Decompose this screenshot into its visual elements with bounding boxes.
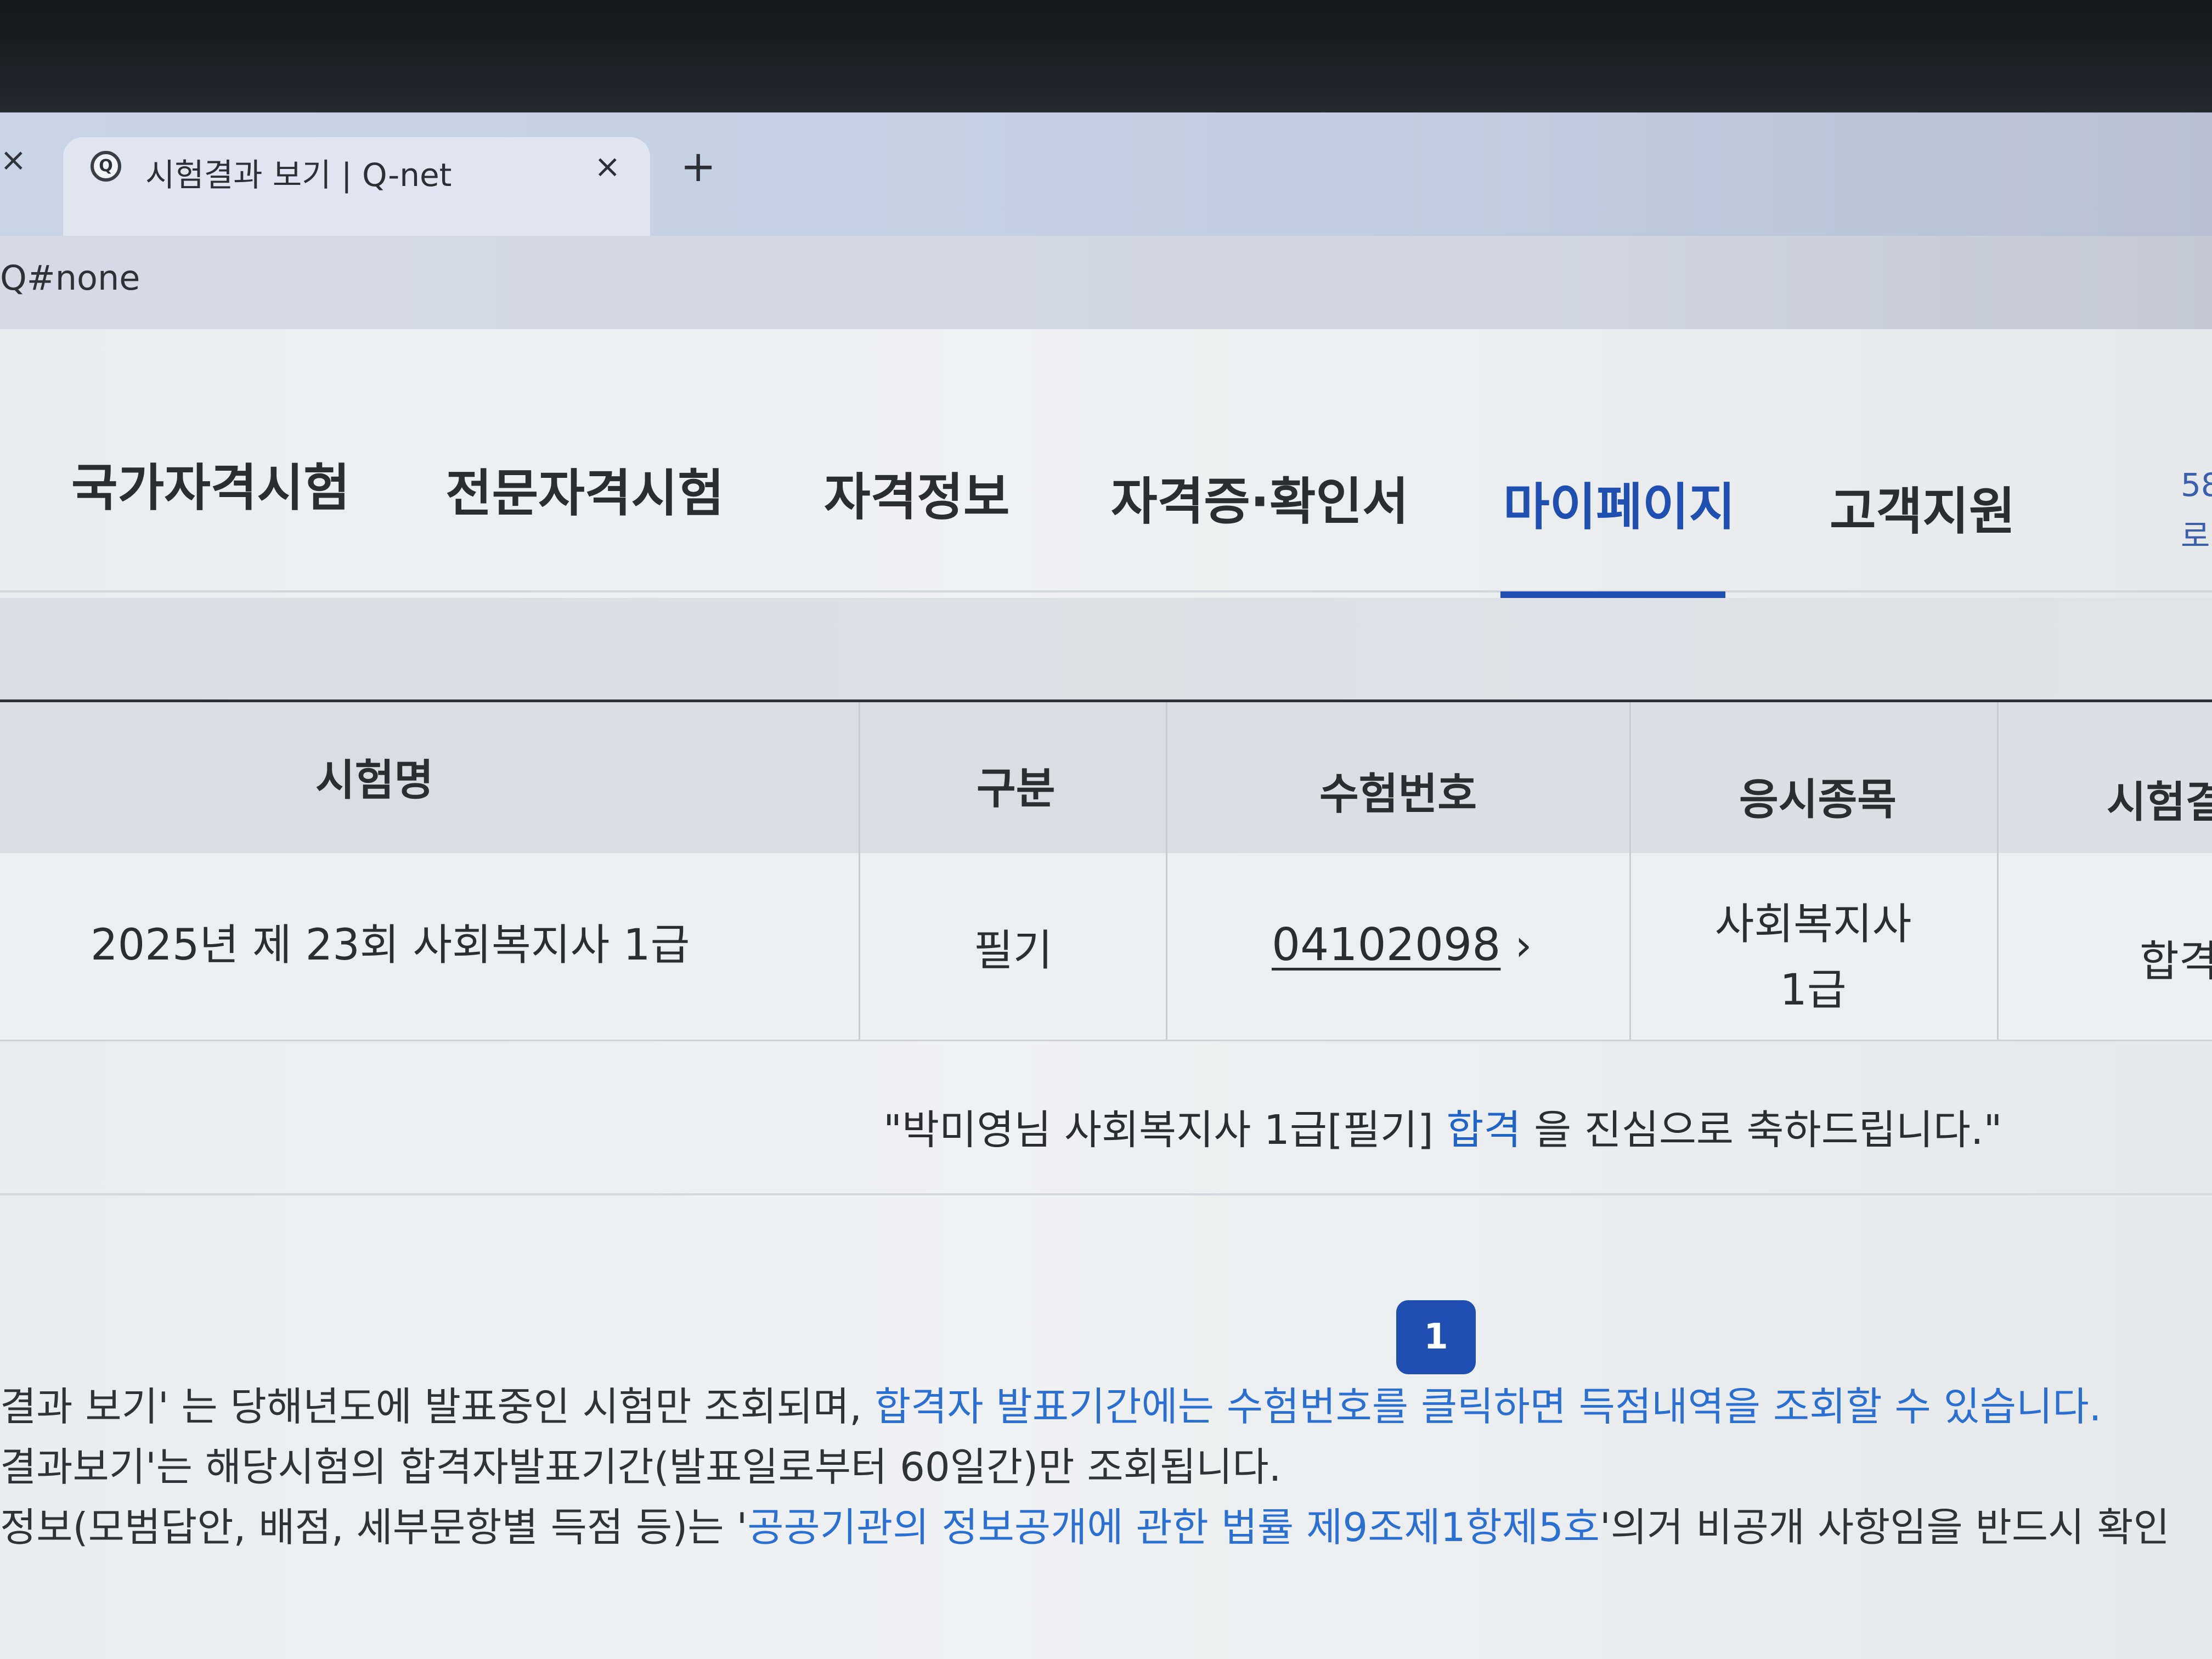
address-bar[interactable]: Q#none [0,236,2212,335]
nav-item-customer-support[interactable]: 고객지원 [1830,471,2016,544]
congrats-suffix: 을 진심으로 축하드립니다." [1521,1107,2002,1154]
cell-category: 필기 [974,926,1053,975]
note-line-1: 결과 보기' 는 당해년도에 발표중인 시험만 조회되며, 합격자 발표기간에는… [0,1374,2101,1432]
cell-result: 합격 [2140,937,2212,986]
previous-tab-close-icon[interactable]: × [0,144,27,176]
tab-close-icon[interactable]: × [594,149,621,184]
note-3-tail: '의거 비공개 사항임을 반드시 확인 [1600,1504,2170,1550]
note-line-3: 정보(모범답안, 배점, 세부문항별 득점 등)는 '공공기관의 정보공개에 관… [0,1495,2170,1553]
header-subject: 응시종목 [1739,775,1897,825]
page-content: 국가자격시험 전문자격시험 자격정보 자격증·확인서 마이페이지 고객지원 58… [0,329,2212,1659]
cell-subject: 사회복지사 1급 [1714,900,1912,1015]
main-navigation: 국가자격시험 전문자격시험 자격정보 자격증·확인서 마이페이지 고객지원 58… [0,329,2212,592]
edge-text-bottom[interactable]: 로 [2181,510,2210,556]
nav-item-national-exam[interactable]: 국가자격시험 [71,447,350,520]
congrats-highlight: 합격 [1446,1107,1521,1154]
header-category: 구분 [977,764,1056,814]
nav-item-certificates[interactable]: 자격증·확인서 [1111,461,1409,534]
new-tab-icon[interactable]: + [680,145,716,188]
exam-result-table: 시험명 구분 수험번호 응시종목 시험결 2025년 제 23회 사회복지사 1… [0,699,2212,1041]
url-text[interactable]: Q#none [0,258,140,298]
header-exam-name: 시험명 [315,756,434,805]
column-separator [1629,702,1631,1040]
note-1-link[interactable]: 합격자 발표기간에는 수험번호를 클릭하면 득점내역을 조회할 수 있습니다. [874,1384,2102,1430]
exam-number[interactable]: 04102098 [1272,919,1500,971]
column-separator [1997,702,1999,1040]
tab-title: 시험결과 보기 | Q-net [145,156,452,194]
header-exam-number: 수험번호 [1319,770,1477,819]
screen: × Q 시험결과 보기 | Q-net × + Q#none 국가자격시험 전문… [0,0,2212,1659]
chevron-right-icon: › [1515,921,1532,970]
note-line-2: 결과보기'는 해당시험의 합격자발표기간(발표일로부터 60일간)만 조회됩니다… [0,1435,1281,1492]
nav-item-professional-exam[interactable]: 전문자격시험 [445,453,724,526]
header-result: 시험결 [2107,778,2212,827]
cell-exam-name: 2025년 제 23회 사회복지사 1급 [91,921,690,970]
note-3-text: 정보(모범답안, 배점, 세부문항별 득점 등)는 ' [0,1504,748,1550]
section-band [0,598,2212,702]
nav-item-qualification-info[interactable]: 자격정보 [824,456,1010,529]
congratulation-message: "박미영님 사회복지사 1급[필기] 합격 을 진심으로 축하드립니다." [883,1097,2002,1156]
column-separator [1166,702,1167,1040]
pagination-page-1[interactable]: 1 [1396,1300,1476,1374]
edge-text-top[interactable]: 58 [2181,466,2212,504]
note-2-text: 결과보기'는 해당시험의 합격자발표기간(발표일로부터 60일간)만 조회됩니다… [0,1444,1282,1490]
note-1-text: 결과 보기' 는 당해년도에 발표중인 시험만 조회되며, [0,1384,874,1430]
section-divider [0,1193,2212,1195]
nav-item-mypage[interactable]: 마이페이지 [1503,466,1735,539]
congrats-prefix: "박미영님 사회복지사 1급[필기] [883,1107,1447,1154]
browser-tab-active[interactable]: Q 시험결과 보기 | Q-net × [63,137,650,239]
note-3-link[interactable]: 공공기관의 정보공개에 관한 법률 제9조제1항제5호 [747,1504,1600,1550]
column-separator [859,702,860,1040]
exam-number-link[interactable]: 04102098 › [1272,919,1532,971]
qnet-favicon-icon: Q [91,151,121,182]
